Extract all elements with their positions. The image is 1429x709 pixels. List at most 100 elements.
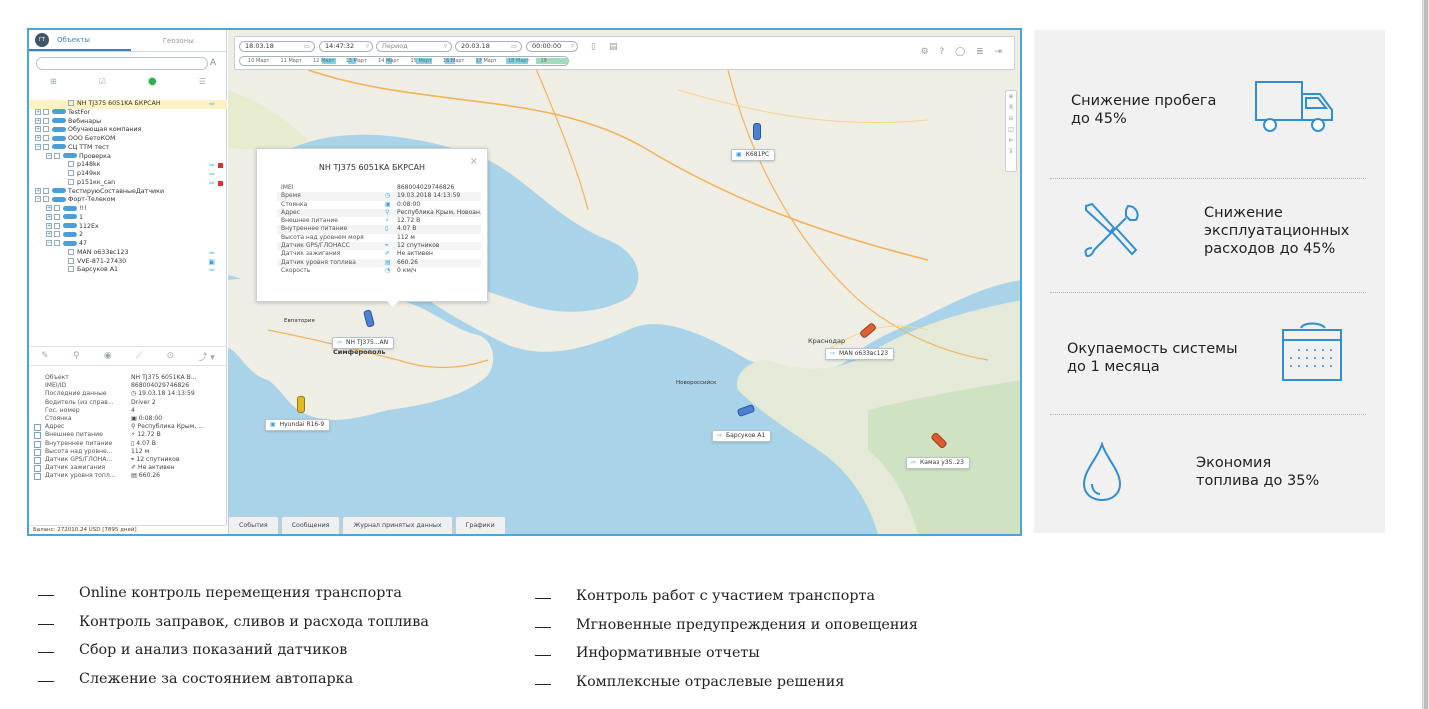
tree-row[interactable]: MAN o633вс123 ⇨ bbox=[29, 248, 227, 258]
vehicle-label-k681[interactable]: ▣ К681РС bbox=[731, 149, 776, 161]
tree-checkbox[interactable] bbox=[68, 266, 74, 273]
period-select[interactable]: Период ▿ bbox=[376, 41, 452, 52]
tree-row[interactable]: − 47 bbox=[29, 240, 227, 249]
map-control-icon[interactable]: ◫ bbox=[1006, 124, 1016, 135]
tree-checkbox[interactable] bbox=[43, 187, 49, 194]
select-all-icon[interactable]: ☑ bbox=[99, 77, 106, 86]
tree-checkbox[interactable] bbox=[43, 108, 49, 115]
timeline[interactable]: 10 Март 11 Март 12 Март 13 Март 14 Март 15 Ма… bbox=[239, 56, 569, 66]
tree-checkbox[interactable] bbox=[68, 100, 74, 106]
vehicle-label-hyundai[interactable]: ▣ Hyundai R16-9 bbox=[265, 419, 331, 431]
tree-checkbox[interactable] bbox=[68, 248, 74, 255]
map-control-icon[interactable]: ⊽ bbox=[1006, 146, 1016, 157]
object-action-icon[interactable]: ⤴ ▾ bbox=[198, 350, 214, 363]
follow-object-icon[interactable]: ▣ bbox=[208, 258, 215, 267]
tree-checkbox[interactable] bbox=[43, 117, 49, 124]
time-to-input[interactable]: 00:00:00 ▿ bbox=[526, 41, 578, 52]
follow-object-icon[interactable]: ⇨ bbox=[209, 249, 215, 258]
property-name[interactable]: Адрес bbox=[34, 423, 118, 432]
tree-checkbox[interactable] bbox=[43, 196, 49, 203]
tree-checkbox[interactable] bbox=[68, 161, 74, 168]
object-action-icon[interactable]: ✎ bbox=[41, 351, 49, 361]
page-scrollbar[interactable] bbox=[1422, 0, 1429, 709]
expand-all-icon[interactable]: ⊞ bbox=[50, 77, 57, 86]
property-name[interactable]: Внутреннее питание bbox=[34, 440, 118, 448]
tree-checkbox[interactable] bbox=[54, 222, 60, 229]
tree-checkbox[interactable] bbox=[54, 213, 60, 220]
search-mode-icon[interactable]: A bbox=[210, 58, 216, 68]
tree-row[interactable]: Барсуков А1 ⇨ bbox=[29, 266, 227, 275]
toolbar-right-icons[interactable]: ⚙ ? ◯ ≣ ⇥ bbox=[921, 47, 1006, 57]
expand-toggle-icon[interactable]: − bbox=[35, 196, 41, 203]
expand-toggle-icon[interactable]: + bbox=[46, 205, 52, 211]
property-name[interactable]: Высота над уровне... bbox=[34, 448, 118, 456]
tree-checkbox[interactable] bbox=[43, 126, 49, 133]
tree-row[interactable]: + Обучающая компания bbox=[29, 126, 227, 135]
expand-toggle-icon[interactable]: + bbox=[46, 222, 52, 229]
bottom-tab[interactable]: Журнал принятых данных bbox=[342, 516, 453, 534]
object-action-icon[interactable]: ⊙ bbox=[167, 351, 175, 361]
follow-object-icon[interactable]: ⇨ bbox=[209, 100, 215, 109]
tree-checkbox[interactable] bbox=[54, 240, 60, 246]
tree-checkbox[interactable] bbox=[54, 152, 60, 159]
tree-checkbox[interactable] bbox=[43, 135, 49, 141]
vehicle-marker-icon[interactable] bbox=[297, 396, 305, 413]
expand-toggle-icon[interactable]: − bbox=[46, 240, 52, 246]
object-action-icon[interactable]: ◉ bbox=[104, 351, 112, 361]
tree-row[interactable]: + Вебинары bbox=[29, 117, 227, 127]
map-view[interactable]: 18.03.18 ▭ 14:47:32 ▿ Период ▿ 20.03.18 … bbox=[228, 30, 1020, 534]
bottom-tab[interactable]: События bbox=[228, 516, 279, 534]
property-name[interactable]: Датчик GPS/ГЛОНА... bbox=[34, 456, 118, 465]
object-action-icon[interactable]: ⚲ bbox=[73, 351, 80, 361]
bottom-tab[interactable]: Графики bbox=[454, 516, 506, 534]
vehicle-label-man[interactable]: ⇨ MAN o633вс123 bbox=[825, 348, 895, 360]
property-name[interactable]: Внешнее питание bbox=[34, 431, 118, 440]
follow-object-icon[interactable]: ⇨ bbox=[209, 266, 215, 275]
time-from-input[interactable]: 14:47:32 ▿ bbox=[319, 41, 373, 52]
expand-toggle-icon[interactable]: + bbox=[35, 135, 41, 141]
expand-toggle-icon[interactable]: + bbox=[35, 126, 41, 133]
tree-row[interactable]: + TestFor bbox=[29, 108, 227, 118]
expand-toggle-icon[interactable]: + bbox=[35, 117, 41, 124]
tree-checkbox[interactable] bbox=[54, 231, 60, 238]
tree-row[interactable]: NH TJ375 6051KA БКРСАН ⇨ bbox=[29, 100, 227, 109]
object-action-icon[interactable]: ⟋ bbox=[136, 351, 142, 361]
expand-toggle-icon[interactable]: + bbox=[35, 187, 41, 194]
online-filter-icon[interactable]: ● bbox=[148, 76, 157, 87]
expand-toggle-icon[interactable]: − bbox=[35, 143, 41, 150]
tree-row[interactable]: +1 bbox=[29, 213, 227, 223]
tree-checkbox[interactable] bbox=[43, 143, 49, 150]
list-view-icon[interactable]: ☰ bbox=[199, 77, 206, 86]
date-to-input[interactable]: 20.03.18 ▭ bbox=[455, 41, 522, 52]
save-track-icon[interactable]: ▯ bbox=[591, 42, 596, 52]
property-name[interactable]: Датчик уровня топл... bbox=[34, 472, 118, 481]
vehicle-label-kamaz[interactable]: ⇨ Камаз у35..23 bbox=[906, 457, 970, 469]
print-icon[interactable]: ▤ bbox=[609, 42, 618, 52]
tree-checkbox[interactable] bbox=[68, 170, 74, 176]
tree-row[interactable]: − Проверка bbox=[29, 152, 227, 162]
map-control-icon[interactable]: ⊳ bbox=[1006, 135, 1016, 146]
tree-row[interactable]: − Форт-Телеком bbox=[29, 196, 227, 205]
map-control-icon[interactable]: ⊖ bbox=[1006, 113, 1016, 124]
tree-row[interactable]: +!!! bbox=[29, 205, 227, 214]
object-search-input[interactable] bbox=[36, 57, 208, 70]
expand-toggle-icon[interactable]: + bbox=[46, 213, 52, 220]
tree-row[interactable]: +2 bbox=[29, 231, 227, 240]
tree-checkbox[interactable] bbox=[54, 205, 60, 211]
tree-row[interactable]: p148kк ⇨ bbox=[29, 161, 227, 170]
map-control-icon[interactable]: ⊕ bbox=[1006, 91, 1016, 102]
expand-toggle-icon[interactable]: + bbox=[46, 231, 52, 238]
tree-row[interactable]: + ТестируюСоставныеДатчики bbox=[29, 187, 227, 197]
property-name[interactable]: Датчик зажигания bbox=[34, 464, 118, 473]
close-icon[interactable]: × bbox=[470, 156, 478, 167]
vehicle-label-barsukov[interactable]: ⇨ Барсуков А1 bbox=[712, 430, 772, 442]
tree-row[interactable]: p151кк_can ⇨ bbox=[29, 178, 227, 188]
tree-row[interactable]: VVE-871-27430 ▣ bbox=[29, 257, 227, 267]
tree-row[interactable]: p149кк ⇨ bbox=[29, 170, 227, 179]
bottom-tab[interactable]: Сообщения bbox=[280, 516, 341, 534]
tree-checkbox[interactable] bbox=[68, 178, 74, 185]
vehicle-label-nh[interactable]: ⇨ NH TJ375...AN bbox=[332, 337, 395, 349]
follow-object-icon[interactable]: ⇨ bbox=[209, 179, 215, 188]
vehicle-marker-icon[interactable] bbox=[753, 123, 761, 140]
date-from-input[interactable]: 18.03.18 ▭ bbox=[239, 41, 315, 52]
